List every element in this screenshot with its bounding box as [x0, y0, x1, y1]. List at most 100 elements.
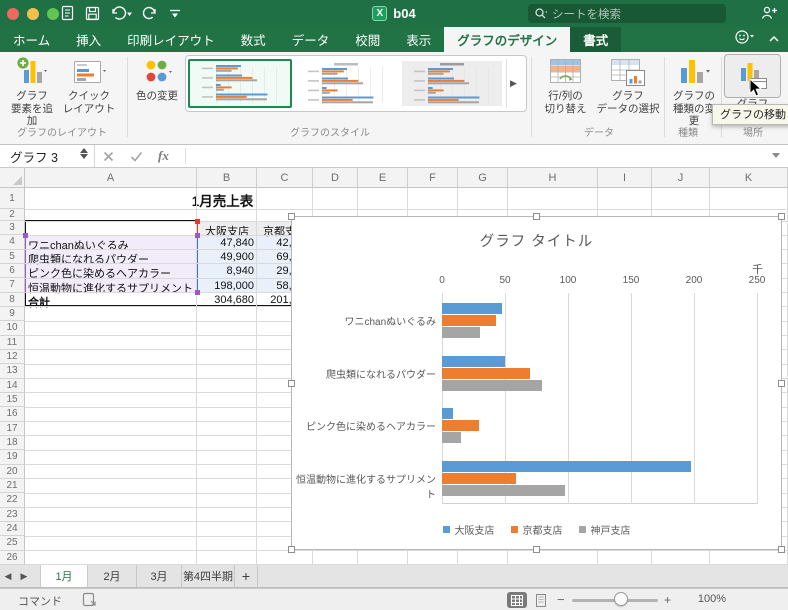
- chart-style-thumbnail-1[interactable]: [188, 59, 292, 108]
- minimize-window-button[interactable]: [27, 8, 39, 20]
- ribbon-tab-9[interactable]: 書式: [570, 27, 621, 52]
- bar-神戸支店-4[interactable]: [442, 485, 565, 496]
- column-header-K[interactable]: K: [710, 168, 788, 188]
- add-chart-element-button[interactable]: グラフ 要素を追加: [6, 54, 58, 128]
- collapse-ribbon-icon[interactable]: [768, 31, 780, 49]
- range-handle[interactable]: [195, 219, 200, 224]
- bar-大阪支店-3[interactable]: [442, 408, 453, 419]
- close-window-button[interactable]: [7, 8, 19, 20]
- column-header-E[interactable]: E: [358, 168, 408, 188]
- ribbon-tab-1[interactable]: ホーム: [0, 27, 63, 52]
- bar-神戸支店-2[interactable]: [442, 380, 542, 391]
- range-handle[interactable]: [195, 233, 200, 238]
- ribbon-tab-7[interactable]: 表示: [393, 27, 444, 52]
- row-header-4[interactable]: 4: [0, 235, 25, 249]
- total-label-cell[interactable]: 合計: [28, 294, 194, 310]
- row-header-6[interactable]: 6: [0, 264, 25, 278]
- row-header-23[interactable]: 23: [0, 508, 25, 522]
- ribbon-tab-4[interactable]: 数式: [228, 27, 279, 52]
- ribbon-tab-2[interactable]: 挿入: [63, 27, 114, 52]
- column-header-A[interactable]: A: [25, 168, 197, 188]
- row-header-22[interactable]: 22: [0, 493, 25, 507]
- add-sheet-button[interactable]: +: [235, 565, 258, 587]
- chart-style-thumbnail-2[interactable]: [294, 59, 398, 108]
- range-handle[interactable]: [23, 233, 28, 238]
- column-header-G[interactable]: G: [458, 168, 508, 188]
- sheet-title-cell[interactable]: 1月売上表: [130, 190, 315, 210]
- osaka-value-cell[interactable]: 8,940: [197, 265, 254, 277]
- new-workbook-icon[interactable]: [60, 5, 75, 22]
- zoom-slider-thumb[interactable]: [614, 592, 628, 606]
- ribbon-tab-5[interactable]: データ: [279, 27, 343, 52]
- row-header-2[interactable]: 2: [0, 209, 25, 221]
- total-osaka-cell[interactable]: 304,680: [197, 294, 254, 306]
- row-header-17[interactable]: 17: [0, 422, 25, 436]
- row-header-16[interactable]: 16: [0, 407, 25, 421]
- gallery-more-arrow-icon[interactable]: ▶: [506, 59, 520, 108]
- ribbon-tab-3[interactable]: 印刷レイアウト: [114, 27, 228, 52]
- insert-function-icon[interactable]: fx: [158, 145, 169, 167]
- add-people-icon[interactable]: [760, 5, 778, 26]
- column-header-C[interactable]: C: [257, 168, 313, 188]
- zoom-out-button[interactable]: −: [557, 592, 565, 607]
- quick-layout-button[interactable]: クイック レイアウト: [60, 54, 118, 115]
- sheet-tab-1月[interactable]: 1月: [40, 565, 88, 587]
- column-header-F[interactable]: F: [408, 168, 458, 188]
- bar-神戸支店-3[interactable]: [442, 432, 461, 443]
- row-header-25[interactable]: 25: [0, 536, 25, 550]
- chart-selection-handle[interactable]: [778, 546, 785, 553]
- row-header-20[interactable]: 20: [0, 465, 25, 479]
- search-box[interactable]: シートを検索: [528, 4, 726, 23]
- row-header-5[interactable]: 5: [0, 250, 25, 264]
- row-header-7[interactable]: 7: [0, 278, 25, 292]
- osaka-value-cell[interactable]: 198,000: [197, 280, 254, 292]
- column-header-B[interactable]: B: [197, 168, 257, 188]
- bar-京都支店-3[interactable]: [442, 420, 479, 431]
- embedded-chart[interactable]: グラフ タイトル 千 大阪支店京都支店神戸支店 050100150200250ワ…: [291, 216, 782, 550]
- select-data-button[interactable]: グラフ データの選択: [596, 54, 660, 115]
- switch-row-column-button[interactable]: 行/列の 切り替え: [538, 54, 593, 115]
- osaka-value-cell[interactable]: 49,900: [197, 251, 254, 263]
- sheet-tab-2月[interactable]: 2月: [88, 565, 137, 587]
- row-header-15[interactable]: 15: [0, 393, 25, 407]
- feedback-smiley-icon[interactable]: [734, 29, 756, 50]
- page-layout-view-button[interactable]: [531, 592, 551, 608]
- bar-京都支店-4[interactable]: [442, 473, 516, 484]
- column-header-I[interactable]: I: [598, 168, 652, 188]
- chart-selection-handle[interactable]: [533, 546, 540, 553]
- sheet-grid[interactable]: 1月売上表大阪支店京都支店ワニchanぬいぐるみ47,84042,900爬虫類に…: [0, 168, 788, 565]
- column-header-D[interactable]: D: [313, 168, 358, 188]
- bar-京都支店-1[interactable]: [442, 315, 496, 326]
- row-header-9[interactable]: 9: [0, 307, 25, 321]
- ribbon-tab-6[interactable]: 校閲: [342, 27, 393, 52]
- chart-selection-handle[interactable]: [288, 546, 295, 553]
- formula-bar-expand-icon[interactable]: [772, 153, 780, 158]
- bar-大阪支店-4[interactable]: [442, 461, 691, 472]
- bar-大阪支店-1[interactable]: [442, 303, 502, 314]
- save-icon[interactable]: [85, 6, 100, 21]
- name-box-stepper[interactable]: [80, 148, 88, 159]
- redo-icon[interactable]: [142, 6, 158, 22]
- row-header-3[interactable]: 3: [0, 221, 25, 235]
- chart-legend[interactable]: 大阪支店京都支店神戸支店: [292, 522, 781, 537]
- chart-title[interactable]: グラフ タイトル: [292, 230, 781, 251]
- chart-selection-handle[interactable]: [288, 213, 295, 220]
- chart-selection-handle[interactable]: [778, 380, 785, 387]
- row-header-26[interactable]: 26: [0, 551, 25, 565]
- row-header-12[interactable]: 12: [0, 350, 25, 364]
- ribbon-tab-8[interactable]: グラフのデザイン: [444, 27, 570, 52]
- bar-神戸支店-1[interactable]: [442, 327, 480, 338]
- legend-item-京都支店[interactable]: 京都支店: [511, 522, 563, 537]
- zoom-window-button[interactable]: [47, 8, 59, 20]
- zoom-percentage[interactable]: 100%: [690, 593, 726, 605]
- row-header-8[interactable]: 8: [0, 293, 25, 307]
- column-header-J[interactable]: J: [652, 168, 710, 188]
- row-header-24[interactable]: 24: [0, 522, 25, 536]
- row-header-14[interactable]: 14: [0, 379, 25, 393]
- row-header-1[interactable]: 1: [0, 188, 25, 209]
- chart-selection-handle[interactable]: [288, 380, 295, 387]
- sheet-tab-第4四半期[interactable]: 第4四半期: [182, 565, 235, 587]
- next-sheet-icon[interactable]: ▶: [16, 565, 32, 587]
- bar-大阪支店-2[interactable]: [442, 356, 505, 367]
- chart-selection-handle[interactable]: [533, 213, 540, 220]
